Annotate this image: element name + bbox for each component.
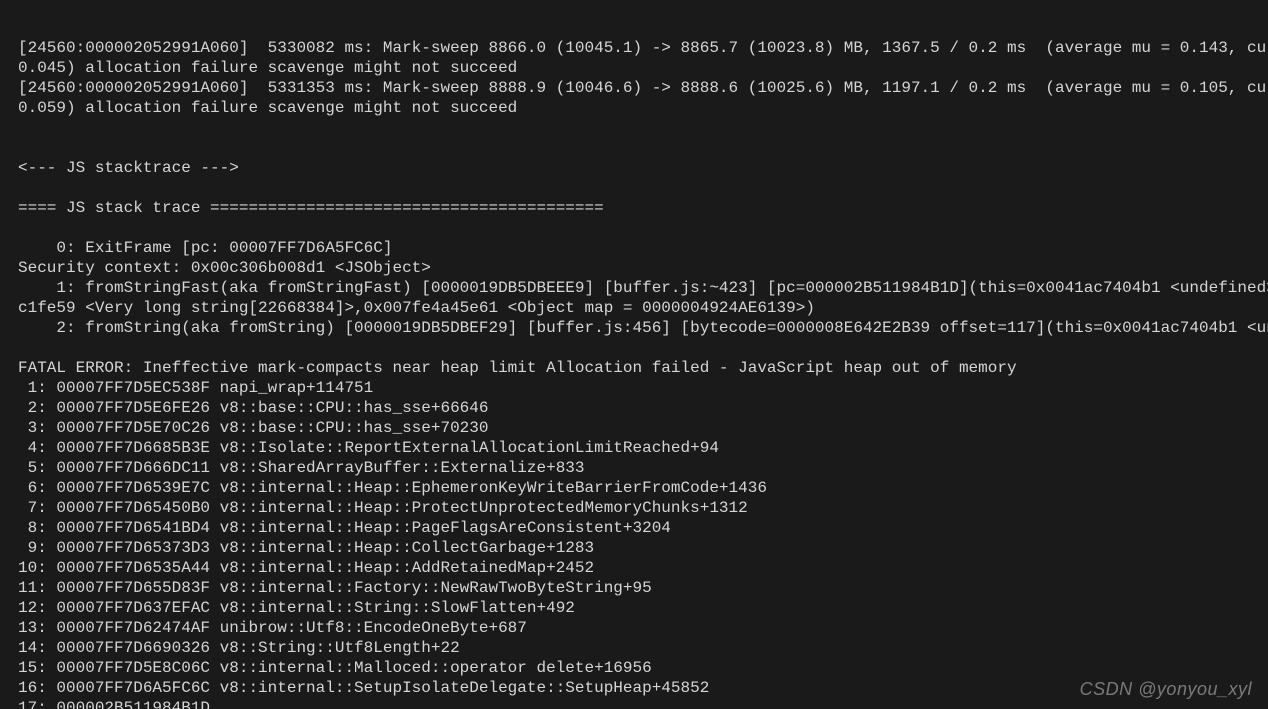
terminal-line: 6: 00007FF7D6539E7C v8::internal::Heap::… (18, 478, 1268, 498)
terminal-line: 3: 00007FF7D5E70C26 v8::base::CPU::has_s… (18, 418, 1268, 438)
terminal-output: [24560:000002052991A060] 5330082 ms: Mar… (0, 0, 1268, 709)
terminal-line (18, 118, 1268, 138)
terminal-line: 17: 000002B511984B1D (18, 698, 1268, 709)
terminal-line: 12: 00007FF7D637EFAC v8::internal::Strin… (18, 598, 1268, 618)
terminal-line: 9: 00007FF7D65373D3 v8::internal::Heap::… (18, 538, 1268, 558)
terminal-line: 5: 00007FF7D666DC11 v8::SharedArrayBuffe… (18, 458, 1268, 478)
terminal-line: 0.045) allocation failure scavenge might… (18, 58, 1268, 78)
terminal-line: ==== JS stack trace ====================… (18, 198, 1268, 218)
terminal-line: [24560:000002052991A060] 5331353 ms: Mar… (18, 78, 1268, 98)
terminal-line (18, 138, 1268, 158)
terminal-line: 13: 00007FF7D62474AF unibrow::Utf8::Enco… (18, 618, 1268, 638)
terminal-line: c1fe59 <Very long string[22668384]>,0x00… (18, 298, 1268, 318)
terminal-line: FATAL ERROR: Ineffective mark-compacts n… (18, 358, 1268, 378)
terminal-line: 16: 00007FF7D6A5FC6C v8::internal::Setup… (18, 678, 1268, 698)
terminal-line: Security context: 0x00c306b008d1 <JSObje… (18, 258, 1268, 278)
terminal-line: 2: 00007FF7D5E6FE26 v8::base::CPU::has_s… (18, 398, 1268, 418)
terminal-line: 11: 00007FF7D655D83F v8::internal::Facto… (18, 578, 1268, 598)
terminal-line: 10: 00007FF7D6535A44 v8::internal::Heap:… (18, 558, 1268, 578)
terminal-line: 2: fromString(aka fromString) [0000019DB… (18, 318, 1268, 338)
terminal-line (18, 338, 1268, 358)
terminal-line: 0: ExitFrame [pc: 00007FF7D6A5FC6C] (18, 238, 1268, 258)
terminal-line: [24560:000002052991A060] 5330082 ms: Mar… (18, 38, 1268, 58)
terminal-line: 4: 00007FF7D6685B3E v8::Isolate::ReportE… (18, 438, 1268, 458)
terminal-line: <--- JS stacktrace ---> (18, 158, 1268, 178)
terminal-line: 1: 00007FF7D5EC538F napi_wrap+114751 (18, 378, 1268, 398)
terminal-line (18, 178, 1268, 198)
terminal-line: 7: 00007FF7D65450B0 v8::internal::Heap::… (18, 498, 1268, 518)
terminal-line: 0.059) allocation failure scavenge might… (18, 98, 1268, 118)
terminal-line: 1: fromStringFast(aka fromStringFast) [0… (18, 278, 1268, 298)
terminal-line: 8: 00007FF7D6541BD4 v8::internal::Heap::… (18, 518, 1268, 538)
terminal-line (18, 218, 1268, 238)
terminal-line: 15: 00007FF7D5E8C06C v8::internal::Mallo… (18, 658, 1268, 678)
terminal-line: 14: 00007FF7D6690326 v8::String::Utf8Len… (18, 638, 1268, 658)
